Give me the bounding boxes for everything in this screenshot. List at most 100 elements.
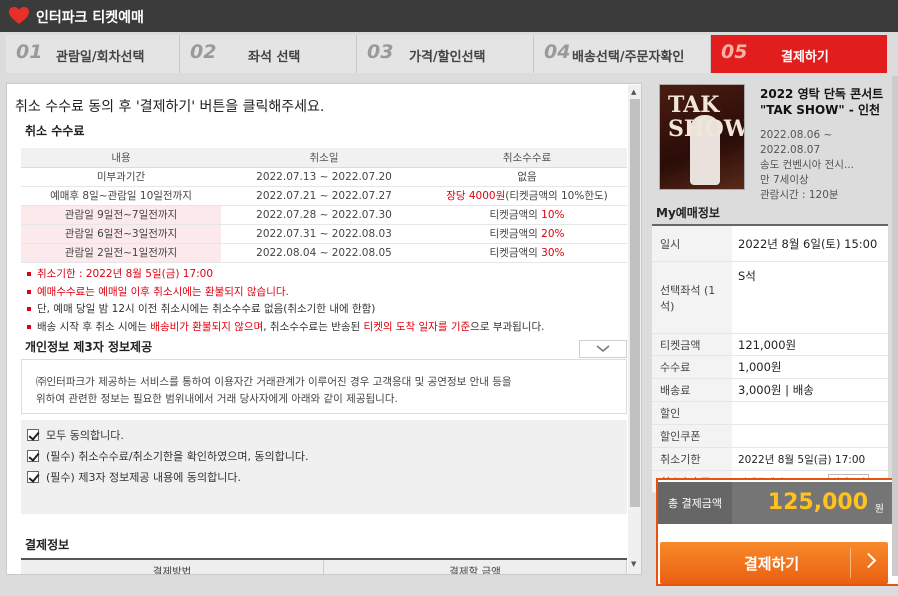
row-value bbox=[732, 402, 888, 424]
pay-button[interactable]: 결제하기 bbox=[660, 542, 888, 584]
booking-row-fee: 수수료 1,000원 bbox=[652, 356, 888, 379]
fee-note: 티켓금액의 bbox=[489, 247, 542, 259]
fee-note: (티켓금액의 10%한도) bbox=[505, 190, 608, 202]
row-value: S석 bbox=[738, 269, 756, 283]
scrollbar[interactable]: ▲ ▼ bbox=[628, 85, 641, 574]
row-label: 할인쿠폰 bbox=[652, 425, 732, 447]
button-divider bbox=[850, 548, 851, 578]
note-text: 으로 부과됩니다. bbox=[470, 320, 545, 333]
total-label: 총 결제금액 bbox=[658, 482, 732, 524]
row-value: 3,000원 | 배송 bbox=[738, 383, 814, 397]
checkbox-label: (필수) 취소수수료/취소기한을 확인하였으며, 동의합니다. bbox=[46, 450, 309, 463]
step-3[interactable]: 03 가격/할인선택 bbox=[357, 35, 534, 73]
scroll-down-icon[interactable]: ▼ bbox=[631, 560, 636, 568]
expand-button[interactable] bbox=[579, 340, 627, 358]
my-booking-title: My예매정보 bbox=[656, 206, 720, 220]
row-label: 티켓금액 bbox=[652, 334, 732, 355]
chevron-right-icon bbox=[860, 552, 877, 569]
agreement-box: 모두 동의합니다. (필수) 취소수수료/취소기한을 확인하였으며, 동의합니다… bbox=[21, 420, 627, 514]
booking-row-seat: 선택좌석 (1석) S석 bbox=[652, 262, 888, 334]
window-scrollbar[interactable] bbox=[892, 76, 898, 576]
scroll-up-icon[interactable]: ▲ bbox=[631, 88, 636, 96]
checkbox-checked-icon[interactable] bbox=[27, 471, 39, 483]
total-payment-box: 총 결제금액 125,000 원 결제하기 bbox=[656, 478, 898, 586]
row-label: 선택좌석 (1석) bbox=[652, 262, 732, 333]
fee-highlight: 장당 4000원 bbox=[446, 190, 506, 202]
row-value: 121,000원 bbox=[738, 337, 797, 352]
booking-row-coupon: 할인쿠폰 bbox=[652, 425, 888, 448]
show-runtime: 관람시간 : 120분 bbox=[760, 189, 839, 201]
fee-amount: 장당 4000원(티켓금액의 10%한도) bbox=[427, 186, 627, 206]
table-header: 결제방법 bbox=[21, 560, 324, 574]
show-age: 만 7세이상 bbox=[760, 174, 809, 186]
row-value: 2022년 8월 6일(토) 15:00 bbox=[738, 236, 878, 251]
title-bar: 인터파크 티켓예매 bbox=[0, 0, 898, 32]
agree-third-party-checkbox[interactable]: (필수) 제3자 정보제공 내용에 동의합니다. bbox=[27, 469, 241, 485]
fee-period: 관람일 6일전~3일전까지 bbox=[21, 224, 221, 244]
show-title: 2022 영탁 단독 콘서트 "TAK SHOW" - 인천 bbox=[760, 87, 884, 117]
table-row: 예매후 8일~관람일 10일전까지 2022.07.21 ~ 2022.07.2… bbox=[21, 186, 627, 206]
step-label: 좌석 선택 bbox=[248, 50, 301, 65]
fee-dates: 2022.07.28 ~ 2022.07.30 bbox=[221, 205, 427, 225]
chevron-down-icon bbox=[596, 345, 610, 352]
total-amount: 125,000 bbox=[767, 490, 868, 515]
fee-period: 미부과기간 bbox=[21, 167, 221, 187]
fee-note: 티켓금액의 bbox=[489, 209, 542, 221]
row-value: 2022년 8월 5일(금) 17:00 bbox=[738, 453, 866, 466]
table-row: 미부과기간 2022.07.13 ~ 2022.07.20 없음 bbox=[21, 167, 627, 187]
row-value: 1,000원 bbox=[738, 360, 782, 374]
privacy-info-box: ㈜인터파크가 제공하는 서비스를 통하여 이용자간 거래관계가 이루어진 경우 … bbox=[21, 359, 627, 414]
poster-title: TAK SHOW bbox=[668, 92, 745, 142]
checkbox-checked-icon[interactable] bbox=[27, 450, 39, 462]
agree-all-checkbox[interactable]: 모두 동의합니다. bbox=[27, 427, 124, 443]
fee-dates: 2022.07.21 ~ 2022.07.27 bbox=[221, 186, 427, 206]
scroll-thumb[interactable] bbox=[630, 99, 640, 507]
app-title: 인터파크 티켓예매 bbox=[36, 10, 144, 26]
fee-highlight: 20% bbox=[541, 228, 565, 240]
privacy-text: ㈜인터파크가 제공하는 서비스를 통하여 이용자간 거래관계가 이루어진 경우 … bbox=[36, 376, 512, 388]
step-2[interactable]: 02 좌석 선택 bbox=[180, 35, 357, 73]
agreement-panel: 취소 수수료 동의 후 '결제하기' 버튼을 클릭해주세요. 취소 수수료 내용… bbox=[6, 83, 642, 575]
step-number: 01 bbox=[16, 41, 43, 63]
booking-summary-panel: TAK SHOW 2022 영탁 단독 콘서트 "TAK SHOW" - 인천 … bbox=[652, 76, 898, 586]
fee-dates: 2022.08.04 ~ 2022.08.05 bbox=[221, 243, 427, 263]
table-header: 취소수수료 bbox=[427, 148, 627, 168]
note-same-day: 단, 예매 당일 밤 12시 이전 취소시에는 취소수수료 없음(취소기한 내에… bbox=[27, 301, 544, 319]
checkbox-checked-icon[interactable] bbox=[27, 429, 39, 441]
step-4[interactable]: 04 배송선택/주문자확인 bbox=[534, 35, 711, 73]
step-1[interactable]: 01 관람일/회차선택 bbox=[6, 35, 180, 73]
fee-amount: 티켓금액의 10% bbox=[427, 205, 627, 225]
step-number: 05 bbox=[721, 41, 748, 63]
note-text: 배송 시작 후 취소 시에는 bbox=[37, 320, 151, 333]
table-row: 관람일 6일전~3일전까지 2022.07.31 ~ 2022.08.03 티켓… bbox=[21, 224, 627, 244]
note-highlight: 배송비가 환불되지 않으며 bbox=[150, 320, 264, 333]
step-number: 04 bbox=[544, 41, 571, 63]
instruction-text: 취소 수수료 동의 후 '결제하기' 버튼을 클릭해주세요. bbox=[15, 99, 325, 115]
fee-dates: 2022.07.31 ~ 2022.08.03 bbox=[221, 224, 427, 244]
table-header: 취소일 bbox=[221, 148, 427, 168]
my-booking-table: 일시 2022년 8월 6일(토) 15:00 선택좌석 (1석) S석 티켓금액 1… bbox=[652, 224, 888, 493]
note-delivery: 배송 시작 후 취소 시에는 배송비가 환불되지 않으며, 취소수수료는 반송된… bbox=[27, 319, 544, 337]
fee-amount: 티켓금액의 20% bbox=[427, 224, 627, 244]
pay-button-label: 결제하기 bbox=[744, 555, 800, 573]
note-highlight: 티켓의 도착 일자를 기준 bbox=[363, 320, 471, 333]
payment-info-title: 결제정보 bbox=[25, 538, 70, 552]
checkbox-label: 모두 동의합니다. bbox=[46, 429, 124, 442]
total-amount-row: 총 결제금액 125,000 원 bbox=[658, 482, 898, 524]
payment-info-table: 결제방법 결제할 금액 bbox=[21, 558, 627, 574]
step-label: 가격/할인선택 bbox=[409, 50, 486, 65]
booking-row-deadline: 취소기한 2022년 8월 5일(금) 17:00 bbox=[652, 448, 888, 471]
privacy-text: 위하여 관련한 정보는 필요한 범위내에서 거래 당사자에게 아래와 같이 제공… bbox=[36, 393, 398, 405]
table-row: 관람일 2일전~1일전까지 2022.08.04 ~ 2022.08.05 티켓… bbox=[21, 243, 627, 263]
note-text: , 취소수수료는 반송된 bbox=[263, 320, 364, 333]
fee-notes: 취소기한 : 2022년 8월 5일(금) 17:00 예매수수료는 예매일 이… bbox=[27, 266, 544, 336]
booking-row-datetime: 일시 2022년 8월 6일(토) 15:00 bbox=[652, 226, 888, 262]
note-deadline: 취소기한 : 2022년 8월 5일(금) 17:00 bbox=[27, 266, 544, 284]
row-label: 할인 bbox=[652, 402, 732, 424]
step-5-active[interactable]: 05 결제하기 bbox=[711, 35, 887, 73]
agree-cancel-fee-checkbox[interactable]: (필수) 취소수수료/취소기한을 확인하였으며, 동의합니다. bbox=[27, 448, 309, 464]
step-number: 02 bbox=[190, 41, 217, 63]
show-venue: 송도 컨벤시아 전시... bbox=[760, 159, 854, 171]
fee-section-title: 취소 수수료 bbox=[25, 124, 85, 138]
total-unit: 원 bbox=[874, 504, 884, 515]
